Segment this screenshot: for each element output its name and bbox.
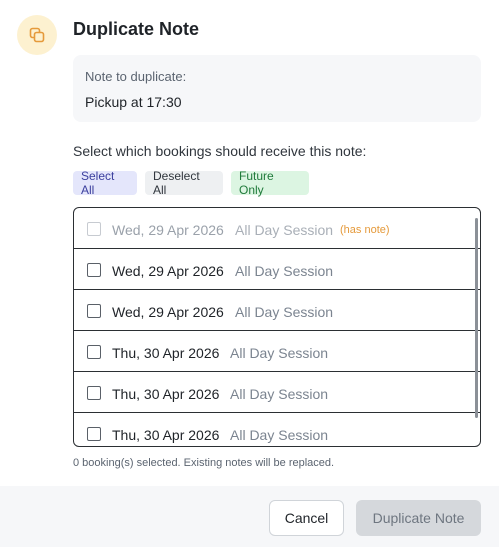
dialog-footer: Cancel Duplicate Note [0,486,499,547]
future-only-button[interactable]: Future Only [231,169,309,197]
booking-session: All Day Session [230,427,329,443]
booking-checkbox[interactable] [87,263,101,277]
booking-session: All Day Session [235,263,334,279]
booking-date: Wed, 29 Apr 2026 [112,222,224,238]
booking-row[interactable]: Thu, 30 Apr 2026 All Day Session [74,372,480,413]
deselect-all-button[interactable]: Deselect All [145,169,223,197]
booking-date: Thu, 30 Apr 2026 [112,345,220,361]
duplicate-note-dialog: Duplicate Note Note to duplicate: Pickup… [0,0,499,547]
note-text: Pickup at 17:30 [85,94,182,110]
booking-row[interactable]: Thu, 30 Apr 2026 All Day Session [74,331,480,372]
booking-checkbox[interactable] [87,304,101,318]
duplicate-note-button[interactable]: Duplicate Note [356,500,481,536]
note-label: Note to duplicate: [85,69,187,84]
booking-session: All Day Session [230,386,329,402]
select-all-button[interactable]: Select All [73,169,137,197]
booking-session: All Day Session [235,304,334,320]
select-prompt: Select which bookings should receive thi… [73,143,367,159]
has-note-flag: (has note) [340,224,390,236]
booking-checkbox [87,222,101,236]
booking-row[interactable]: Wed, 29 Apr 2026 All Day Session [74,290,480,331]
booking-checkbox[interactable] [87,386,101,400]
booking-session: All Day Session [235,222,334,238]
selection-status: 0 booking(s) selected. Existing notes wi… [73,457,335,469]
booking-date: Wed, 29 Apr 2026 [112,263,224,279]
booking-date: Thu, 30 Apr 2026 [112,386,220,402]
list-scrollbar[interactable] [475,218,478,418]
duplicate-icon [17,15,57,55]
dialog-title: Duplicate Note [73,19,200,39]
cancel-button[interactable]: Cancel [269,500,344,536]
booking-row: Wed, 29 Apr 2026 All Day Session (has no… [74,208,480,249]
booking-date: Thu, 30 Apr 2026 [112,427,220,443]
booking-date: Wed, 29 Apr 2026 [112,304,224,320]
booking-row[interactable]: Thu, 30 Apr 2026 All Day Session [74,413,480,446]
booking-session: All Day Session [230,345,329,361]
note-preview: Note to duplicate: Pickup at 17:30 [73,55,481,122]
booking-row[interactable]: Wed, 29 Apr 2026 All Day Session [74,249,480,290]
booking-checkbox[interactable] [87,427,101,441]
bookings-list[interactable]: Wed, 29 Apr 2026 All Day Session (has no… [73,207,481,447]
booking-checkbox[interactable] [87,345,101,359]
